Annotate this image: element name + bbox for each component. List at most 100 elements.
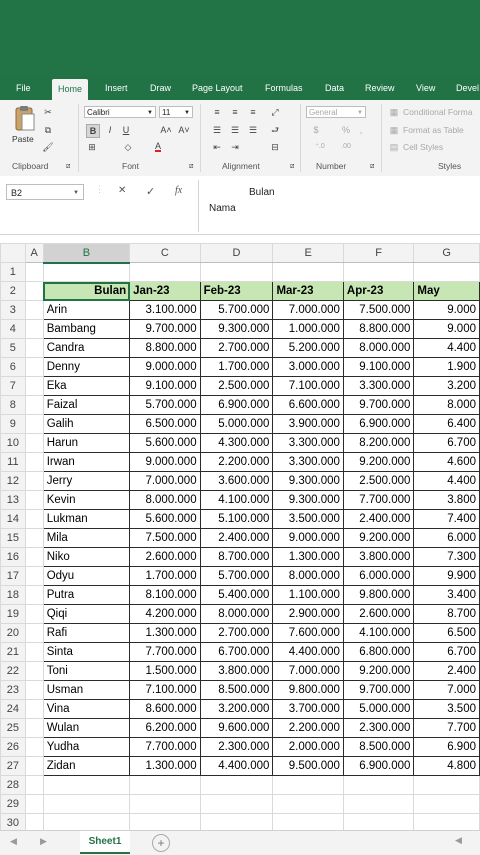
cell[interactable] [272, 775, 344, 795]
name-cell[interactable]: Candra [42, 338, 131, 358]
value-cell[interactable]: 8.500.000 [342, 737, 415, 757]
tab-data[interactable]: Data [325, 76, 344, 100]
cell[interactable] [24, 509, 44, 529]
cell[interactable] [42, 775, 131, 795]
row-header[interactable]: 18 [0, 585, 26, 605]
value-cell[interactable]: 1.300.000 [129, 623, 201, 643]
cell[interactable] [342, 813, 415, 830]
value-cell[interactable]: 9.800.000 [342, 585, 415, 605]
decrease-indent-icon[interactable]: ⇤ [210, 141, 224, 153]
name-cell[interactable]: Harun [42, 433, 131, 453]
name-cell[interactable]: Putra [42, 585, 131, 605]
cell[interactable] [24, 718, 44, 738]
row-header[interactable]: 30 [0, 813, 26, 830]
name-cell[interactable]: Niko [42, 547, 131, 567]
name-cell[interactable]: Rafi [42, 623, 131, 643]
header-cell-month[interactable]: Jan-23 [129, 281, 201, 301]
cell[interactable] [199, 262, 274, 282]
value-cell[interactable]: 2.500.000 [342, 471, 415, 491]
value-cell[interactable]: 7.700.000 [342, 490, 415, 510]
name-cell[interactable]: Yudha [42, 737, 131, 757]
cell[interactable] [24, 357, 44, 377]
comma-button[interactable]: , [356, 124, 366, 136]
value-cell[interactable]: 8.000 [413, 395, 480, 415]
value-cell[interactable]: 1.300.000 [272, 547, 344, 567]
name-box[interactable]: B2 ▼ [6, 184, 84, 200]
number-format-box[interactable]: General ▼ [306, 106, 366, 118]
add-sheet-button[interactable]: + [152, 834, 170, 852]
value-cell[interactable]: 7.500.000 [129, 528, 201, 548]
value-cell[interactable]: 9.000.000 [129, 452, 201, 472]
value-cell[interactable]: 3.200.000 [199, 699, 274, 719]
value-cell[interactable]: 3.600.000 [199, 471, 274, 491]
cell[interactable] [24, 566, 44, 586]
cell[interactable] [24, 642, 44, 662]
cell[interactable] [129, 262, 201, 282]
value-cell[interactable]: 7.000.000 [129, 471, 201, 491]
format-as-table-button[interactable]: Format as Table [403, 125, 464, 135]
value-cell[interactable]: 4.600 [413, 452, 480, 472]
tab-draw[interactable]: Draw [150, 76, 171, 100]
row-header[interactable]: 20 [0, 623, 26, 643]
value-cell[interactable]: 5.600.000 [129, 433, 201, 453]
row-header[interactable]: 1 [0, 262, 26, 282]
value-cell[interactable]: 9.100.000 [342, 357, 415, 377]
value-cell[interactable]: 9.800.000 [272, 680, 344, 700]
name-cell[interactable]: Lukman [42, 509, 131, 529]
name-cell[interactable]: Denny [42, 357, 131, 377]
fill-color-icon[interactable]: ◇ [122, 141, 134, 153]
value-cell[interactable]: 7.400 [413, 509, 480, 529]
name-cell[interactable]: Zidan [42, 756, 131, 776]
cell[interactable] [42, 813, 131, 830]
font-color-button[interactable]: A [152, 140, 164, 152]
header-cell-month[interactable]: Feb-23 [199, 281, 274, 301]
name-cell[interactable]: Usman [42, 680, 131, 700]
name-cell[interactable]: Jerry [42, 471, 131, 491]
value-cell[interactable]: 5.400.000 [199, 585, 274, 605]
value-cell[interactable]: 7.100.000 [129, 680, 201, 700]
dialog-launcher-icon[interactable]: ⧄ [290, 161, 294, 173]
value-cell[interactable]: 9.000 [413, 300, 480, 320]
cell[interactable] [342, 794, 415, 814]
percent-button[interactable]: % [340, 124, 352, 136]
row-header[interactable]: 24 [0, 699, 26, 719]
value-cell[interactable]: 6.800.000 [342, 642, 415, 662]
value-cell[interactable]: 2.900.000 [272, 604, 344, 624]
row-header[interactable]: 16 [0, 547, 26, 567]
value-cell[interactable]: 5.000.000 [199, 414, 274, 434]
value-cell[interactable]: 2.200.000 [272, 718, 344, 738]
row-header[interactable]: 25 [0, 718, 26, 738]
row-header[interactable]: 6 [0, 357, 26, 377]
value-cell[interactable]: 8.600.000 [129, 699, 201, 719]
name-cell[interactable]: Qiqi [42, 604, 131, 624]
cell[interactable] [272, 794, 344, 814]
row-header[interactable]: 3 [0, 300, 26, 320]
merge-center-icon[interactable]: ⊟ [268, 141, 282, 153]
value-cell[interactable]: 6.000 [413, 528, 480, 548]
name-cell[interactable]: Arin [42, 300, 131, 320]
value-cell[interactable]: 9.000.000 [129, 357, 201, 377]
tab-review[interactable]: Review [365, 76, 395, 100]
value-cell[interactable]: 2.200.000 [199, 452, 274, 472]
value-cell[interactable]: 4.100.000 [199, 490, 274, 510]
cell-styles-icon[interactable]: ▤ [388, 141, 400, 153]
column-header-d[interactable]: D [199, 243, 274, 263]
value-cell[interactable]: 4.400 [413, 338, 480, 358]
value-cell[interactable]: 6.700 [413, 433, 480, 453]
value-cell[interactable]: 1.100.000 [272, 585, 344, 605]
tab-page-layout[interactable]: Page Layout [192, 76, 243, 100]
align-bottom-icon[interactable]: ≡ [246, 106, 260, 118]
value-cell[interactable]: 1.300.000 [129, 756, 201, 776]
decrease-decimal-icon[interactable]: .00 [336, 141, 356, 153]
value-cell[interactable]: 5.100.000 [199, 509, 274, 529]
value-cell[interactable]: 7.700 [413, 718, 480, 738]
value-cell[interactable]: 9.600.000 [199, 718, 274, 738]
value-cell[interactable]: 9.000.000 [272, 528, 344, 548]
row-header[interactable]: 8 [0, 395, 26, 415]
name-cell[interactable]: Toni [42, 661, 131, 681]
value-cell[interactable]: 7.600.000 [272, 623, 344, 643]
value-cell[interactable]: 6.900.000 [199, 395, 274, 415]
align-left-icon[interactable]: ☰ [210, 124, 224, 136]
value-cell[interactable]: 2.000.000 [272, 737, 344, 757]
font-size-box[interactable]: 11 ▼ [159, 106, 193, 118]
